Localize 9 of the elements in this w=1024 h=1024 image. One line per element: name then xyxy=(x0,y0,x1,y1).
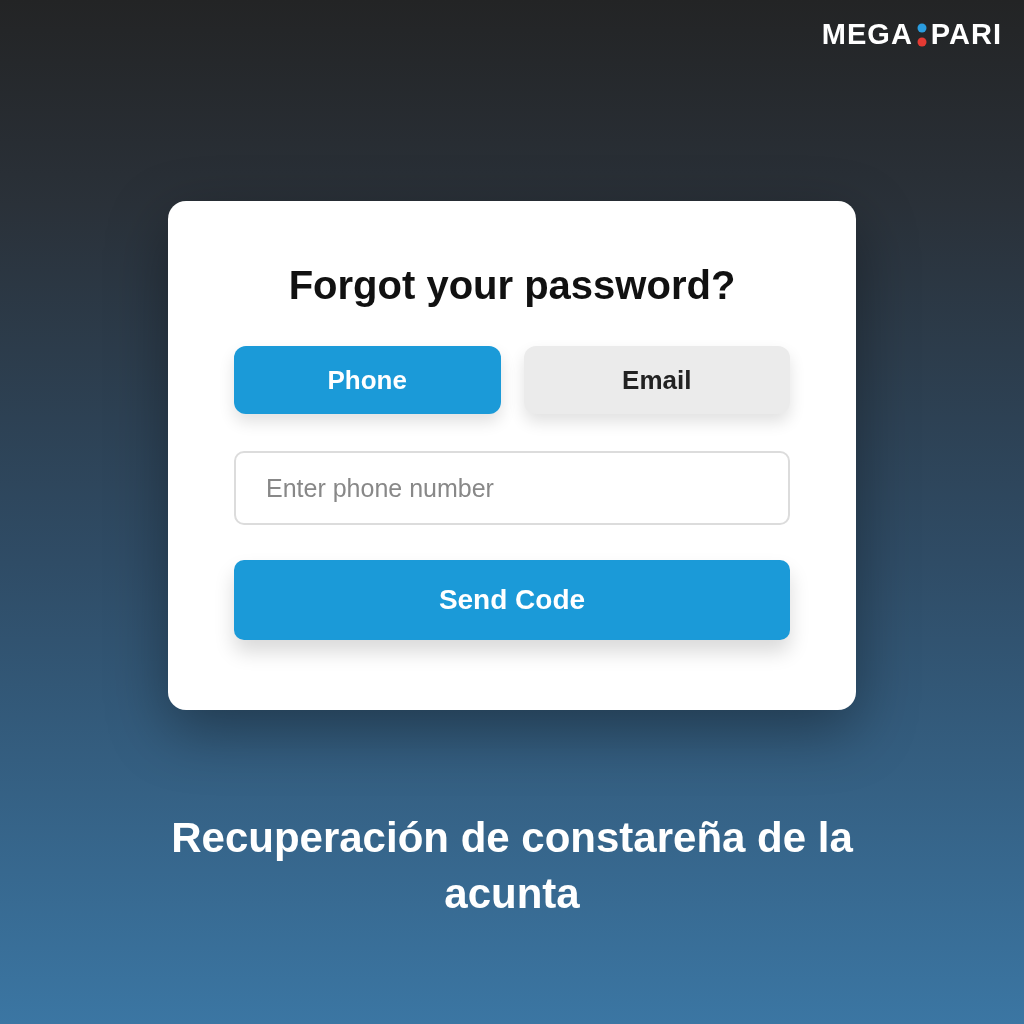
caption-text: Recuperación de constareña de la acunta xyxy=(170,813,854,919)
send-code-button[interactable]: Send Code xyxy=(234,560,790,640)
dots-icon xyxy=(916,22,927,47)
phone-field[interactable]: Enter phone number xyxy=(234,451,790,525)
method-tab[interactable]: Phone xyxy=(234,346,501,414)
logo-text: PARI xyxy=(930,18,1002,51)
form-title: Forgot your password? xyxy=(287,263,737,308)
logo-text: MEGA xyxy=(821,18,913,51)
method-tab[interactable]: Email xyxy=(523,346,790,414)
